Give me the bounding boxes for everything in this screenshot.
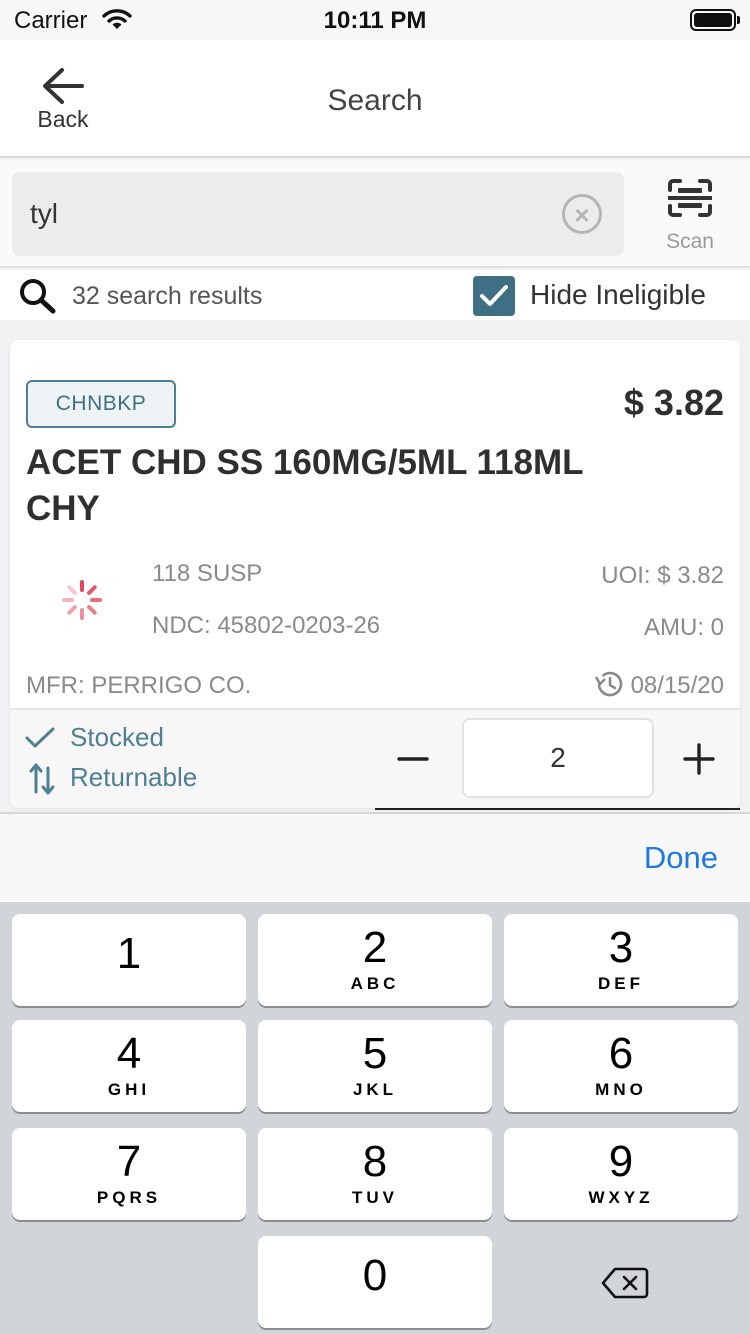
backspace-icon [601,1267,649,1299]
decrement-button[interactable] [388,734,438,784]
barcode-scan-icon [668,179,712,217]
stocked-label: Stocked [70,722,164,752]
product-badge: CHNBKP [26,380,176,428]
product-ndc: NDC: 45802-0203-26 [152,612,381,639]
scan-label: Scan [666,230,714,253]
key-3[interactable]: 3 DEF [504,914,738,1006]
product-package: 118 SUSP [152,560,263,587]
clear-search-button[interactable]: × [562,194,602,234]
plus-icon [683,743,715,775]
checkmark-icon [480,285,508,306]
product-name: ACET CHD SS 160MG/5ML 118ML CHY [26,443,583,528]
product-manufacturer: MFR: PERRIGO CO. [26,672,252,699]
key-0[interactable]: 0 [258,1236,492,1328]
key-8[interactable]: 8 TUV [258,1128,492,1220]
close-icon: × [574,200,590,230]
search-icon [20,279,56,314]
card-footer: Stocked Returnable 2 [10,708,740,810]
results-row: 32 search results Hide Ineligible [0,270,750,320]
key-4[interactable]: 4 GHI [12,1020,246,1112]
search-input[interactable]: tyl × [12,172,624,256]
scan-button[interactable]: Scan [650,174,730,254]
results-count: 32 search results [72,282,263,310]
loading-spinner-icon [62,580,102,620]
page-title: Search [327,84,423,117]
product-price: $ 3.82 [623,382,724,423]
key-7[interactable]: 7 PQRS [12,1128,246,1220]
status-bar: Carrier 10:11 PM [0,0,750,40]
battery-icon [690,9,736,31]
nav-bar: Back Search [0,40,750,158]
product-uoi: UOI: $ 3.82 [601,562,724,589]
returnable-label: Returnable [70,762,198,792]
delete-key[interactable] [504,1236,738,1328]
minus-icon [397,757,429,761]
product-date: 08/15/20 [594,670,724,700]
hide-ineligible-label: Hide Ineligible [530,279,706,310]
product-date-text: 08/15/20 [630,672,724,699]
history-icon [594,671,623,697]
search-area: tyl × Scan [0,160,750,268]
quantity-input[interactable]: 2 [462,718,654,798]
keyboard-toolbar: Done [0,812,750,902]
key-9[interactable]: 9 WXYZ [504,1128,738,1220]
numeric-keypad: 1 2 ABC 3 DEF 4 GHI 5 JKL 6 MNO 7 PQRS 8… [0,902,750,1334]
checkmark-icon [25,727,55,748]
key-6[interactable]: 6 MNO [504,1020,738,1112]
quantity-underline [375,808,740,810]
key-1[interactable]: 1 [12,914,246,1006]
product-card[interactable]: CHNBKP $ 3.82 ACET CHD SS 160MG/5ML 118M… [10,340,740,810]
increment-button[interactable] [674,734,724,784]
search-query: tyl [30,198,58,229]
status-time: 10:11 PM [323,7,427,34]
battery-nub [737,16,740,24]
hide-ineligible-checkbox[interactable] [473,276,515,316]
product-amu: AMU: 0 [643,614,724,641]
done-button[interactable]: Done [644,840,718,876]
key-2[interactable]: 2 ABC [258,914,492,1006]
key-5[interactable]: 5 JKL [258,1020,492,1112]
returnable-arrows-icon [29,763,55,795]
